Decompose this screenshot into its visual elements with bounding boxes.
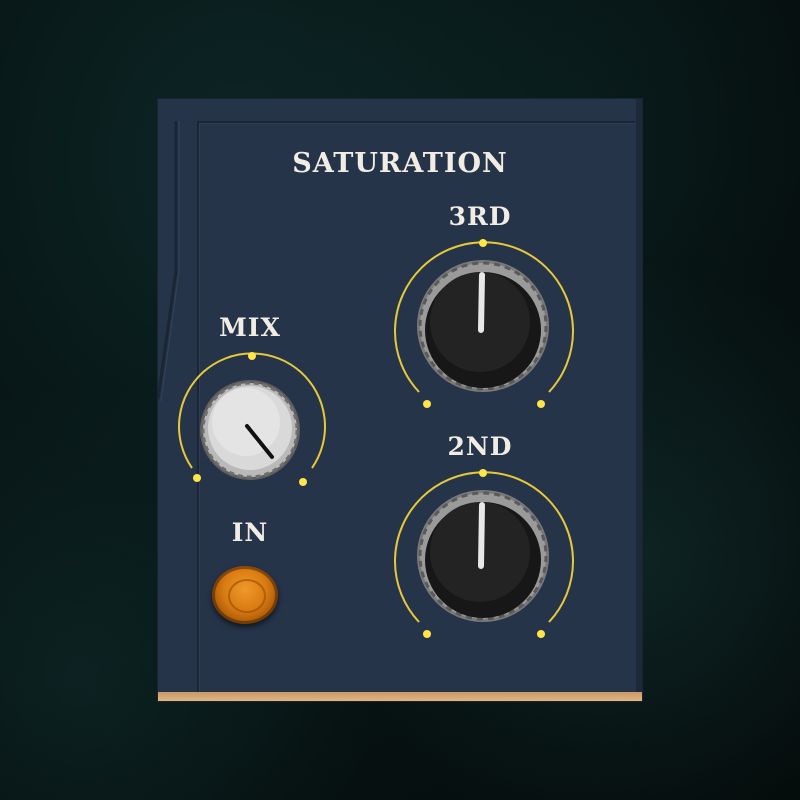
panel-divider bbox=[158, 121, 180, 402]
knob-label-3rd: 3RD bbox=[448, 202, 512, 231]
panel-edge bbox=[636, 99, 642, 692]
knob-label-mix: MIX bbox=[219, 313, 281, 342]
in-toggle-button[interactable] bbox=[212, 566, 278, 624]
section-title: SATURATION bbox=[292, 148, 508, 179]
in-button-label: IN bbox=[231, 518, 269, 547]
knob-label-2nd: 2ND bbox=[447, 432, 513, 461]
panel-bottom-strip bbox=[158, 692, 642, 701]
